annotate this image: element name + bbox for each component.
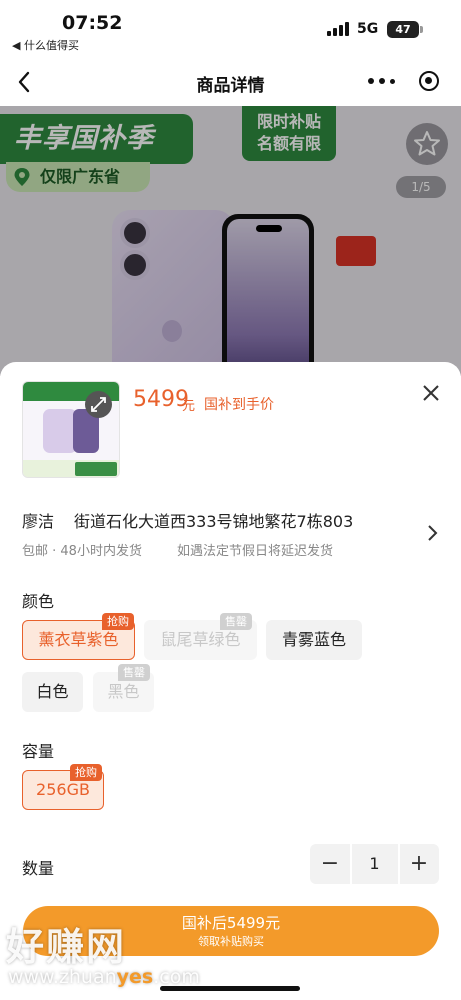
watermark-url-highlight: yes xyxy=(116,966,154,988)
decrease-button[interactable]: − xyxy=(310,844,350,884)
signal-icon xyxy=(327,22,349,36)
address-recipient[interactable]: 廖洁 xyxy=(22,508,54,532)
price-unit: 元 xyxy=(182,399,196,414)
back-to-app-link[interactable]: ◀ 什么值得买 xyxy=(12,37,79,53)
home-indicator xyxy=(160,986,300,991)
badge-hot: 抢购 xyxy=(70,764,102,781)
status-bar: 07:52 ◀ 什么值得买 5G 47 xyxy=(0,0,461,58)
chevron-right-icon[interactable] xyxy=(424,523,440,543)
nav-bar: 商品详情 xyxy=(0,58,461,106)
modal-backdrop[interactable] xyxy=(0,106,461,376)
quantity-value[interactable]: 1 xyxy=(351,844,398,884)
increase-button[interactable]: + xyxy=(399,844,439,884)
expand-image-icon[interactable] xyxy=(85,391,112,418)
quantity-section-title: 数量 xyxy=(22,859,55,878)
close-mini-program-icon[interactable] xyxy=(419,71,439,91)
address-line[interactable]: 街道石化大道西333号锦地繁花7栋803 xyxy=(74,508,353,532)
color-option-white[interactable]: 白色 xyxy=(22,672,83,712)
thumb-subsidy-tag xyxy=(75,462,117,476)
color-section-title: 颜色 xyxy=(22,592,55,611)
thumb-phone-back xyxy=(43,409,77,453)
expand-arrows-icon xyxy=(91,397,106,412)
mini-program-capsule xyxy=(356,64,448,98)
badge-sold-out: 售罄 xyxy=(220,613,252,630)
battery-icon: 47 xyxy=(387,21,419,38)
more-icon[interactable] xyxy=(368,76,396,86)
badge-hot: 抢购 xyxy=(102,613,134,630)
badge-sold-out: 售罄 xyxy=(118,664,150,681)
watermark-url: www.zhuanyes.com xyxy=(8,966,200,988)
quantity-stepper: − 1 + xyxy=(310,844,439,884)
price-value: 5499 xyxy=(133,387,189,412)
close-icon[interactable] xyxy=(420,382,442,404)
sku-bottom-sheet: 5499 元 国补到手价 廖洁 街道石化大道西333号锦地繁花7栋803 包邮 … xyxy=(0,362,461,1000)
capacity-section-title: 容量 xyxy=(22,742,55,761)
site-watermark: 好赚网 xyxy=(6,925,127,969)
network-type: 5G xyxy=(357,21,379,37)
shipping-note: 如遇法定节假日将延迟发货 xyxy=(177,544,334,559)
watermark-url-suffix: .com xyxy=(153,966,200,988)
battery-tip xyxy=(420,26,423,33)
shipping-info: 包邮 · 48小时内发货 xyxy=(22,544,142,559)
watermark-url-prefix: www.zhuan xyxy=(8,966,117,988)
price-label: 国补到手价 xyxy=(204,397,274,413)
status-time: 07:52 xyxy=(62,12,123,34)
color-option-blue[interactable]: 青雾蓝色 xyxy=(266,620,362,660)
